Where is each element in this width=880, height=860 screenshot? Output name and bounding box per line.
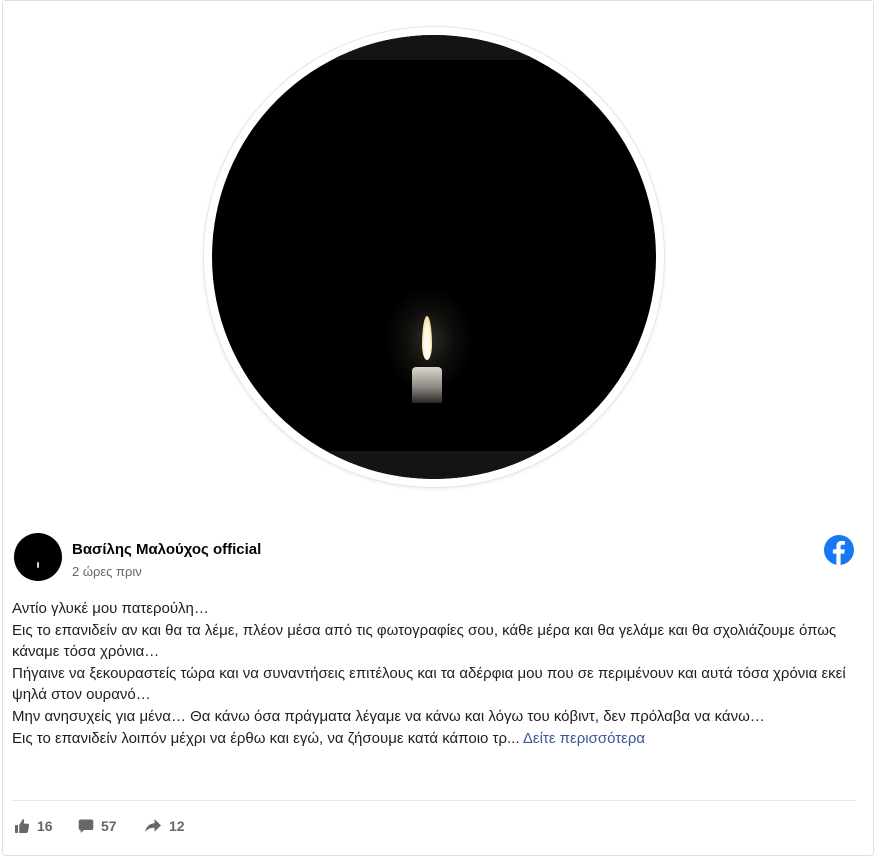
facebook-logo-icon[interactable] bbox=[824, 535, 854, 565]
post-line: Μην ανησυχείς για μένα… Θα κάνω όσα πράγ… bbox=[12, 707, 765, 725]
photo-bottom-band bbox=[212, 451, 656, 479]
photo-top-band bbox=[212, 35, 656, 60]
post-line: Πήγαινε να ξεκουραστείς τώρα και να συνα… bbox=[12, 664, 846, 704]
thumbs-up-icon bbox=[15, 819, 30, 833]
post-stats: 16 57 12 bbox=[14, 814, 414, 838]
author-name[interactable]: Βασίλης Μαλούχος official bbox=[72, 541, 261, 558]
see-more-link[interactable]: Δείτε περισσότερα bbox=[523, 730, 645, 747]
post-line: Εις το επανιδείν αν και θα τα λέμε, πλέο… bbox=[12, 621, 837, 661]
footer-divider bbox=[12, 800, 856, 801]
shares-count-button[interactable]: 12 bbox=[144, 814, 185, 838]
post-text: Αντίο γλυκέ μου πατερούλη… Εις το επανιδ… bbox=[12, 598, 858, 749]
author-avatar[interactable] bbox=[14, 533, 62, 581]
shares-count: 12 bbox=[169, 818, 185, 834]
candle-photo[interactable] bbox=[212, 35, 656, 479]
post-timestamp[interactable]: 2 ώρες πριν bbox=[72, 564, 142, 579]
likes-count: 16 bbox=[37, 818, 53, 834]
share-arrow-icon bbox=[145, 819, 161, 833]
candle-body bbox=[412, 367, 442, 403]
likes-count-button[interactable]: 16 bbox=[14, 814, 53, 838]
post-line-truncated: Εις το επανιδείν λοιπόν μέχρι να έρθω κα… bbox=[12, 729, 520, 747]
comments-count: 57 bbox=[101, 818, 117, 834]
post-header: Βασίλης Μαλούχος official 2 ώρες πριν bbox=[14, 533, 860, 583]
post-line: Αντίο γλυκέ μου πατερούλη… bbox=[12, 600, 209, 617]
comment-bubble-icon bbox=[78, 819, 94, 833]
avatar-candle bbox=[37, 562, 39, 568]
comments-count-button[interactable]: 57 bbox=[78, 814, 117, 838]
post-line-last: Εις το επανιδείν λοιπόν μέχρι να έρθω κα… bbox=[12, 728, 858, 750]
